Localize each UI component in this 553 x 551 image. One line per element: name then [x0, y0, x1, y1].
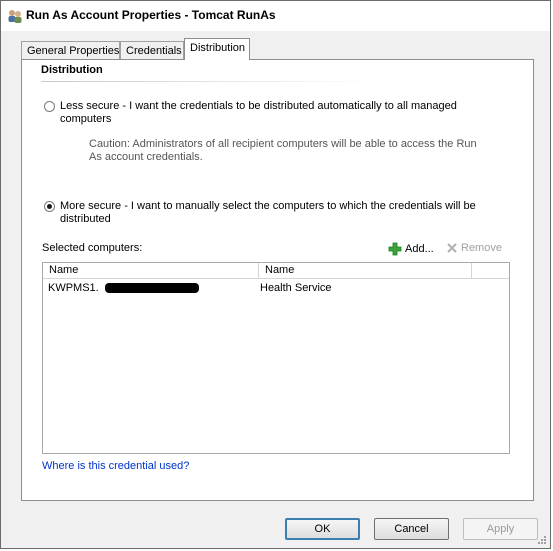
remove-button[interactable]: Remove	[446, 242, 502, 254]
users-icon	[8, 10, 22, 23]
apply-button[interactable]: Apply	[463, 518, 538, 540]
more-secure-label[interactable]: More secure - I want to manually select …	[60, 200, 476, 226]
remove-icon	[447, 243, 457, 253]
selected-computers-label: Selected computers:	[42, 242, 143, 254]
tab-distribution[interactable]: Distribution	[184, 38, 250, 60]
resize-grip-icon[interactable]	[537, 535, 547, 545]
section-divider	[41, 81, 376, 82]
more-secure-radio[interactable]	[44, 201, 55, 212]
add-button[interactable]: Add...	[388, 242, 434, 256]
less-secure-radio[interactable]	[44, 101, 55, 112]
more-secure-label-line1: More secure - I want to manually select …	[60, 200, 476, 212]
window-title: Run As Account Properties - Tomcat RunAs	[26, 8, 276, 22]
remove-button-label: Remove	[461, 242, 502, 254]
distribution-panel: Distribution Less secure - I want the cr…	[21, 59, 534, 501]
add-icon	[388, 242, 402, 256]
less-secure-label-line1: Less secure - I want the credentials to …	[60, 100, 457, 112]
where-used-link[interactable]: Where is this credential used?	[42, 460, 189, 472]
list-header: Name Name	[43, 263, 509, 279]
ok-button[interactable]: OK	[285, 518, 360, 540]
section-title: Distribution	[41, 64, 103, 76]
add-button-label: Add...	[405, 243, 434, 255]
less-secure-label[interactable]: Less secure - I want the credentials to …	[60, 100, 457, 126]
more-secure-label-line2: distributed	[60, 213, 111, 225]
tab-credentials[interactable]: Credentials	[120, 41, 184, 59]
caution-text: Caution: Administrators of all recipient…	[89, 138, 489, 164]
computer-name-cell: KWPMS1.	[48, 282, 99, 294]
column-header-computer[interactable]: Name	[43, 263, 259, 278]
tab-general-properties[interactable]: General Properties	[21, 41, 120, 59]
service-name-cell: Health Service	[260, 282, 332, 294]
table-row[interactable]: KWPMS1. Health Service	[43, 281, 509, 297]
cancel-button[interactable]: Cancel	[374, 518, 449, 540]
less-secure-label-line2: computers	[60, 113, 112, 125]
dialog-window: Run As Account Properties - Tomcat RunAs…	[0, 0, 551, 549]
caution-line2: As account credentials.	[89, 151, 203, 163]
selected-computers-list[interactable]: Name Name KWPMS1. Health Service	[42, 262, 510, 454]
column-header-service[interactable]: Name	[259, 263, 472, 278]
caution-line1: Caution: Administrators of all recipient…	[89, 138, 477, 150]
title-bar[interactable]: Run As Account Properties - Tomcat RunAs	[1, 1, 550, 31]
redaction-mark	[105, 283, 199, 293]
